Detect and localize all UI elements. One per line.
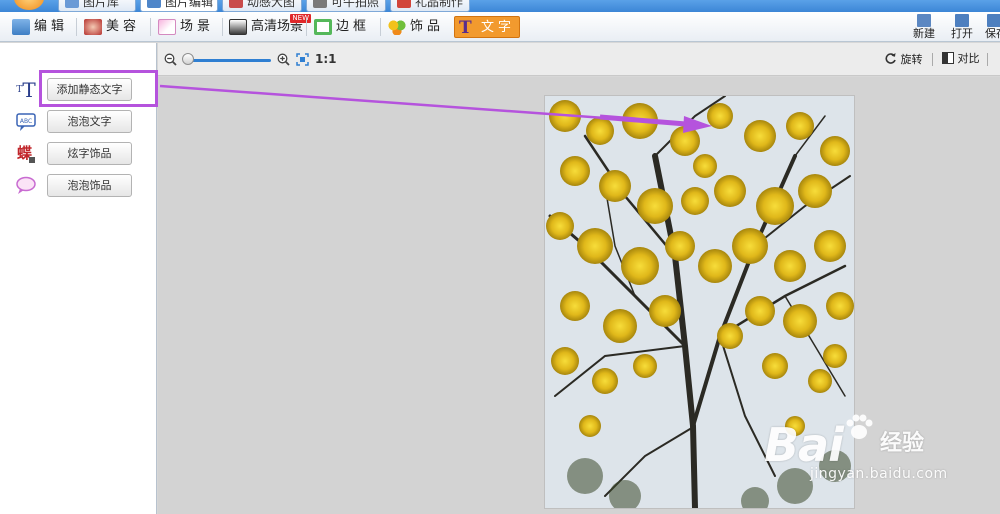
- toolbar-divider: [76, 18, 77, 36]
- panel-item-fancy-text: 蝶 炫字饰品: [0, 141, 157, 167]
- static-text-icon: TT: [16, 78, 36, 102]
- scene-icon: [158, 19, 176, 35]
- tool-text[interactable]: T 文字: [454, 16, 520, 38]
- fancy-text-icon: 蝶: [15, 143, 37, 165]
- open-button[interactable]: 打开: [947, 14, 977, 42]
- bubble-text-icon: ABC: [15, 111, 37, 133]
- svg-text:ABC: ABC: [20, 118, 32, 125]
- new-file-icon: [917, 14, 931, 27]
- bubble-text-button[interactable]: 泡泡文字: [47, 110, 132, 133]
- rotate-button[interactable]: 旋转: [884, 52, 923, 67]
- tool-hd-scene[interactable]: 高清场景 NEW: [225, 14, 312, 38]
- watermark-url: jingyan.baidu.com: [810, 466, 948, 482]
- fancy-text-decoration-button[interactable]: 炫字饰品: [47, 142, 132, 165]
- top-tab-strip: 图片库 图片编辑 动感大图 可牛拍照 礼品制作: [0, 0, 1000, 12]
- canvas-toolbar-divider: [987, 53, 988, 66]
- hd-scene-icon: [229, 19, 247, 35]
- new-button[interactable]: 新建: [909, 14, 939, 42]
- tool-frame[interactable]: 边框: [310, 16, 376, 38]
- zoom-slider-handle[interactable]: [182, 53, 194, 65]
- new-badge: NEW: [290, 14, 312, 23]
- text-options-panel: TT 添加静态文字 ABC 泡泡文字 蝶 炫字饰品 泡泡饰品: [0, 43, 157, 514]
- tab-label: 动感大图: [247, 0, 296, 9]
- baidu-jingyan-watermark: Bai 经验 jingyan.baidu.com: [760, 398, 990, 498]
- tool-label: 美容: [106, 19, 141, 34]
- tool-label: 文字: [481, 20, 516, 35]
- compare-icon: [942, 52, 954, 64]
- text-tool-icon: T: [459, 18, 472, 38]
- tab-label: 礼品制作: [415, 0, 464, 9]
- tool-label: 边框: [336, 19, 371, 34]
- watermark-brand: Bai: [764, 418, 844, 472]
- tool-label: 编辑: [34, 19, 69, 34]
- picture-library-icon: [65, 0, 79, 8]
- toolbar-divider: [380, 18, 381, 36]
- tab-picture-edit[interactable]: 图片编辑: [140, 0, 218, 12]
- toolbar-divider: [222, 18, 223, 36]
- toolbar-divider: [306, 18, 307, 36]
- tool-scene[interactable]: 场景: [154, 16, 220, 38]
- rotate-label: 旋转: [900, 53, 923, 66]
- tool-label: 场景: [180, 19, 215, 34]
- rotate-icon: [884, 52, 897, 65]
- beauty-icon: [84, 19, 102, 35]
- edit-icon: [12, 19, 30, 35]
- tab-picture-library[interactable]: 图片库: [58, 0, 136, 12]
- tool-edit[interactable]: 编辑: [8, 16, 74, 38]
- tab-label: 图片编辑: [165, 0, 214, 9]
- animated-picture-icon: [229, 0, 243, 8]
- camera-icon: [313, 0, 327, 8]
- paw-icon: [844, 412, 874, 442]
- picture-edit-icon: [147, 0, 161, 8]
- panel-item-bubble-decoration: 泡泡饰品: [0, 173, 157, 199]
- zoom-slider-track[interactable]: [184, 59, 271, 62]
- tab-animated-picture[interactable]: 动感大图: [222, 0, 302, 12]
- save-button[interactable]: 保存: [985, 14, 1000, 42]
- zoom-in-icon[interactable]: [277, 53, 290, 66]
- tab-label: 可牛拍照: [331, 0, 380, 9]
- decoration-icon: [388, 19, 406, 35]
- tab-label: 图片库: [83, 0, 120, 9]
- zoom-out-icon[interactable]: [164, 53, 177, 66]
- module-toolbar: 编辑 美容 场景 高清场景 NEW 边框 饰品 T 文字 新建 打开 保存: [0, 12, 1000, 42]
- open-label: 打开: [951, 27, 973, 40]
- tab-gift[interactable]: 礼品制作: [390, 0, 470, 12]
- fit-to-window-icon[interactable]: [296, 53, 309, 66]
- tool-beauty[interactable]: 美容: [80, 16, 146, 38]
- save-label: 保存: [985, 27, 1000, 40]
- actual-size-button[interactable]: 1:1: [315, 52, 337, 66]
- save-icon: [987, 14, 1000, 27]
- watermark-cn: 经验: [880, 431, 925, 456]
- highlight-box: [39, 70, 158, 107]
- app-logo: [14, 0, 44, 10]
- bubble-decoration-button[interactable]: 泡泡饰品: [47, 174, 132, 197]
- bubble-decoration-icon: [15, 175, 37, 197]
- gift-icon: [397, 0, 411, 8]
- new-label: 新建: [913, 27, 935, 40]
- tab-camera[interactable]: 可牛拍照: [306, 0, 386, 12]
- open-folder-icon: [955, 14, 969, 27]
- compare-label: 对比: [957, 52, 980, 65]
- frame-icon: [314, 19, 332, 35]
- tool-decoration[interactable]: 饰品: [384, 16, 450, 38]
- canvas-toolbar: 1:1 旋转 对比: [158, 43, 1000, 76]
- toolbar-divider: [150, 18, 151, 36]
- tool-label: 饰品: [410, 19, 445, 34]
- canvas-toolbar-divider: [932, 53, 933, 66]
- compare-button[interactable]: 对比: [942, 52, 980, 66]
- panel-item-bubble-text: ABC 泡泡文字: [0, 109, 157, 135]
